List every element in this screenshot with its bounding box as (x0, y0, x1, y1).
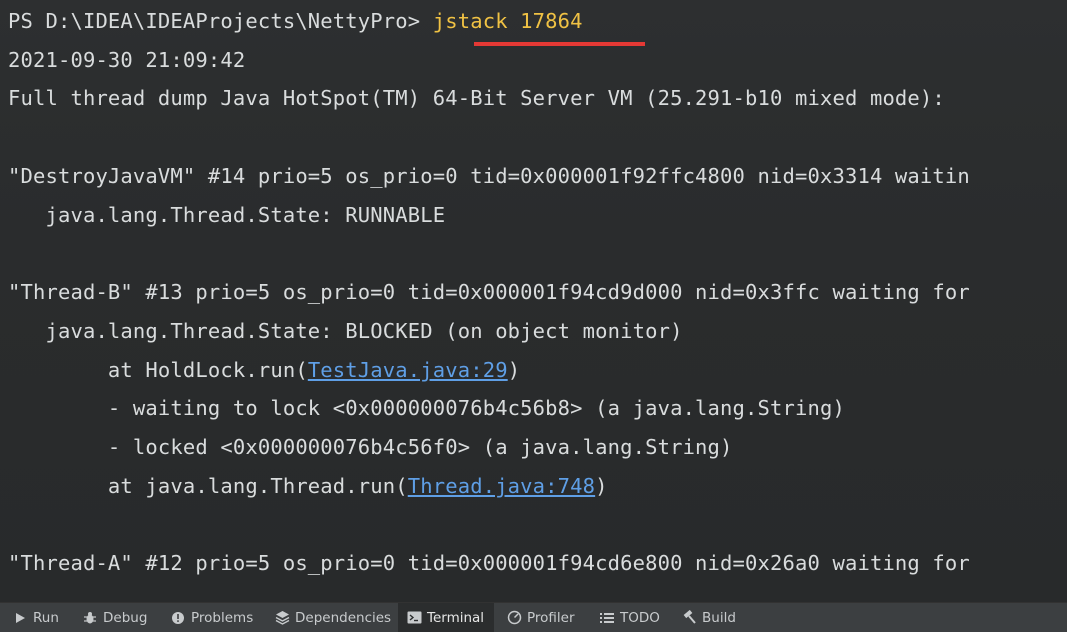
tool-window-bar: Run Debug Problems Dependencies Terminal… (0, 602, 1067, 632)
thread-b-line: "Thread-B" #13 prio=5 os_prio=0 tid=0x00… (8, 280, 970, 304)
tab-build[interactable]: Build (673, 603, 744, 632)
stack-frame-holdlock: at HoldLock.run(TestJava.java:29) (8, 358, 521, 382)
stack-frame-thread-run: at java.lang.Thread.run(Thread.java:748) (8, 474, 608, 498)
tab-todo[interactable]: TODO (591, 603, 668, 632)
bug-icon (82, 610, 98, 626)
dump-header-line: Full thread dump Java HotSpot(TM) 64-Bit… (8, 86, 945, 110)
list-icon (599, 610, 615, 626)
problems-icon (170, 610, 186, 626)
terminal-icon (406, 610, 422, 626)
waiting-to-lock-line: - waiting to lock <0x000000076b4c56b8> (… (8, 396, 845, 420)
thread-state-runnable-line: java.lang.Thread.State: RUNNABLE (8, 203, 446, 227)
tab-run[interactable]: Run (4, 603, 67, 632)
tab-terminal[interactable]: Terminal (398, 603, 494, 632)
command-highlight-underline (474, 42, 645, 46)
timestamp-line: 2021-09-30 21:09:42 (8, 48, 246, 72)
thread-java-link[interactable]: Thread.java:748 (408, 474, 595, 498)
tab-dependencies[interactable]: Dependencies (266, 603, 399, 632)
thread-state-blocked-line: java.lang.Thread.State: BLOCKED (on obje… (8, 319, 683, 343)
jstack-command: jstack 17864 (432, 9, 583, 33)
layers-icon (274, 610, 290, 626)
tab-problems[interactable]: Problems (162, 603, 261, 632)
thread-destroyjavavm-line: "DestroyJavaVM" #14 prio=5 os_prio=0 tid… (8, 164, 970, 188)
hammer-icon (681, 610, 697, 626)
play-icon (12, 610, 28, 626)
terminal-panel[interactable]: PS D:\IDEA\IDEAProjects\NettyPro> jstack… (0, 0, 1067, 602)
tab-debug[interactable]: Debug (74, 603, 155, 632)
profiler-icon (506, 610, 522, 626)
prompt-path: PS D:\IDEA\IDEAProjects\NettyPro> (8, 9, 433, 33)
testjava-link[interactable]: TestJava.java:29 (308, 358, 508, 382)
tab-profiler[interactable]: Profiler (498, 603, 583, 632)
prompt-line: PS D:\IDEA\IDEAProjects\NettyPro> jstack… (8, 8, 583, 34)
locked-line: - locked <0x000000076b4c56f0> (a java.la… (8, 435, 733, 459)
thread-a-line: "Thread-A" #12 prio=5 os_prio=0 tid=0x00… (8, 551, 970, 575)
